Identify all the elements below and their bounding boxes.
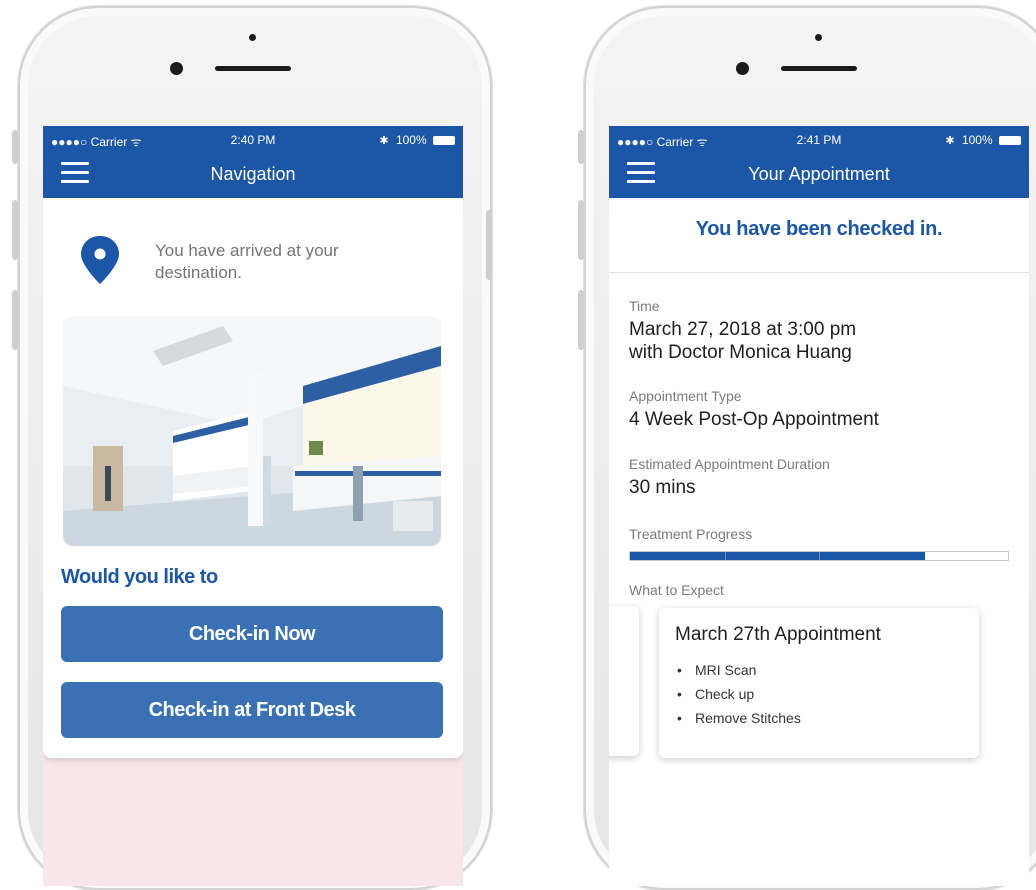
treatment-progress-bar bbox=[629, 551, 1009, 561]
volume-down-button bbox=[12, 290, 18, 350]
battery-status: ✱ 100% bbox=[379, 133, 455, 147]
progress-tick bbox=[724, 552, 726, 560]
arrival-message: You have arrived at your destination. bbox=[155, 241, 339, 282]
proximity-sensor bbox=[815, 34, 822, 41]
page-title: Your Appointment bbox=[748, 164, 890, 184]
front-camera bbox=[736, 62, 749, 75]
treatment-progress-label: Treatment Progress bbox=[629, 526, 753, 542]
map-background bbox=[43, 746, 463, 886]
battery-status: ✱ 100% bbox=[945, 133, 1021, 147]
proximity-sensor bbox=[249, 34, 256, 41]
header-bar: ●●●●○ Carrier ᯤ 2:40 PM ✱ 100% Navigatio… bbox=[43, 126, 463, 198]
page-title: Navigation bbox=[210, 164, 296, 184]
earpiece-speaker bbox=[781, 66, 857, 71]
time-label: Time bbox=[629, 298, 660, 314]
treatment-progress-fill bbox=[630, 552, 925, 560]
mute-switch bbox=[12, 130, 18, 164]
previous-appointment-card[interactable] bbox=[609, 606, 639, 756]
volume-down-button bbox=[578, 290, 584, 350]
appointment-card[interactable]: March 27th Appointment • MRI Scan • Check … bbox=[659, 608, 979, 758]
appointment-type-value: 4 Week Post-Op Appointment bbox=[629, 409, 879, 430]
list-item: • MRI Scan bbox=[677, 662, 757, 678]
status-bar: ●●●●○ Carrier ᯤ 2:40 PM ✱ 100% bbox=[43, 133, 463, 149]
bluetooth-icon: ✱ bbox=[379, 135, 389, 147]
checkin-prompt: Would you like to bbox=[61, 566, 218, 588]
hospital-lobby-photo bbox=[63, 316, 441, 546]
mute-switch bbox=[578, 130, 584, 164]
phone-frame-navigation: ●●●●○ Carrier ᯤ 2:40 PM ✱ 100% Navigatio… bbox=[18, 6, 492, 890]
earpiece-speaker bbox=[215, 66, 291, 71]
bluetooth-icon: ✱ bbox=[945, 135, 955, 147]
battery-percent: 100% bbox=[395, 133, 427, 147]
doctor-value: with Doctor Monica Huang bbox=[629, 342, 852, 363]
battery-icon bbox=[999, 136, 1021, 146]
phone-frame-appointment: ●●●●○ Carrier ᯤ 2:41 PM ✱ 100% Your Appo… bbox=[584, 6, 1036, 890]
navigation-screen: ●●●●○ Carrier ᯤ 2:40 PM ✱ 100% Navigatio… bbox=[43, 126, 463, 886]
arrival-card: You have arrived at your destination. Wo… bbox=[43, 198, 463, 758]
appointment-items-list: • MRI Scan • Check up • Remove Stitches bbox=[677, 658, 801, 730]
appointment-screen: ●●●●○ Carrier ᯤ 2:41 PM ✱ 100% Your Appo… bbox=[609, 126, 1029, 886]
battery-percent: 100% bbox=[961, 133, 993, 147]
status-bar: ●●●●○ Carrier ᯤ 2:41 PM ✱ 100% bbox=[609, 133, 1029, 149]
checkin-front-desk-button[interactable]: Check-in at Front Desk bbox=[61, 682, 443, 738]
section-divider bbox=[609, 272, 1029, 273]
time-value: March 27, 2018 at 3:00 pm bbox=[629, 319, 857, 340]
duration-label: Estimated Appointment Duration bbox=[629, 456, 830, 472]
volume-up-button bbox=[578, 200, 584, 260]
map-pin-icon bbox=[81, 236, 119, 284]
checked-in-message: You have been checked in. bbox=[695, 218, 943, 240]
power-button bbox=[486, 210, 492, 280]
header-bar: ●●●●○ Carrier ᯤ 2:41 PM ✱ 100% Your Appo… bbox=[609, 126, 1029, 198]
list-item: • Check up bbox=[677, 686, 755, 702]
front-camera bbox=[170, 62, 183, 75]
duration-value: 30 mins bbox=[629, 477, 696, 498]
volume-up-button bbox=[12, 200, 18, 260]
appointment-card-title: March 27th Appointment bbox=[675, 624, 881, 645]
what-to-expect-label: What to Expect bbox=[629, 582, 724, 598]
battery-icon bbox=[433, 136, 455, 146]
appointment-type-label: Appointment Type bbox=[629, 388, 742, 404]
progress-tick bbox=[819, 552, 820, 560]
checkin-now-button[interactable]: Check-in Now bbox=[61, 606, 443, 662]
list-item: • Remove Stitches bbox=[677, 710, 801, 726]
